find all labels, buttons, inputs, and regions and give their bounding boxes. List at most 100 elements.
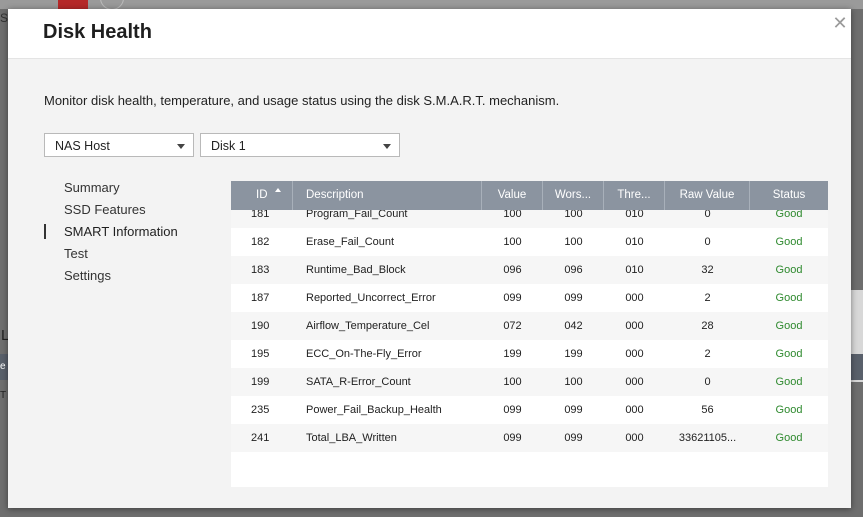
nav-item-settings[interactable]: Settings — [44, 265, 178, 287]
background-red-tab — [58, 0, 88, 9]
smart-table: 181 Program_Fail_Count 100 100 010 0 Good 182 Er… — [231, 181, 828, 487]
column-header-worst[interactable]: Wors... — [543, 181, 604, 210]
cell-threshold: 000 — [625, 348, 644, 360]
cell-raw-value: 2 — [704, 348, 711, 360]
active-marker — [44, 224, 46, 239]
host-select[interactable]: NAS Host — [44, 133, 194, 157]
description-text: Monitor disk health, temperature, and us… — [44, 93, 560, 108]
cell-status: Good — [775, 376, 803, 388]
dialog-body: Monitor disk health, temperature, and us… — [8, 59, 851, 508]
chevron-down-icon — [383, 144, 391, 149]
cell-value: 100 — [503, 236, 522, 248]
cell-worst: 100 — [564, 376, 583, 388]
disk-select[interactable]: Disk 1 — [200, 133, 400, 157]
nav-item-smart-information[interactable]: SMART Information — [44, 221, 178, 243]
cell-status: Good — [775, 264, 803, 276]
nav-item-test[interactable]: Test — [44, 243, 178, 265]
column-header-label: Raw Value — [679, 189, 735, 201]
column-header-label: Description — [306, 189, 364, 201]
column-header-label: ID — [256, 189, 268, 201]
cell-value: 099 — [503, 292, 522, 304]
table-header: ID Description Value Wors... Thre... Raw… — [231, 181, 828, 210]
table-row[interactable]: 183 Runtime_Bad_Block 096 096 010 32 Good — [231, 256, 828, 284]
table-row[interactable]: 241 Total_LBA_Written 099 099 000 33621105...… — [231, 424, 828, 452]
cell-raw-value: 0 — [704, 236, 711, 248]
cell-worst: 099 — [564, 404, 583, 416]
cell-worst: 042 — [564, 320, 583, 332]
cell-threshold: 010 — [625, 236, 644, 248]
cell-value: 099 — [503, 432, 522, 444]
nav-item-label: Settings — [64, 268, 111, 283]
nav-item-ssd-features[interactable]: SSD Features — [44, 199, 178, 221]
cell-raw-value: 2 — [704, 292, 711, 304]
nav-item-summary[interactable]: Summary — [44, 177, 178, 199]
table-body[interactable]: 181 Program_Fail_Count 100 100 010 0 Good 182 Er… — [231, 205, 828, 452]
cell-id: 195 — [251, 348, 270, 360]
cell-id: 187 — [251, 292, 270, 304]
column-header-value[interactable]: Value — [482, 181, 543, 210]
cell-raw-value: 32 — [701, 264, 714, 276]
column-header-label: Wors... — [554, 189, 592, 201]
cell-status: Good — [775, 404, 803, 416]
chevron-down-icon — [177, 144, 185, 149]
cell-worst: 100 — [564, 236, 583, 248]
cell-raw-value: 0 — [704, 376, 711, 388]
background-right-bar — [851, 354, 863, 380]
table-row[interactable]: 187 Reported_Uncorrect_Error 099 099 000 2 Goo… — [231, 284, 828, 312]
cell-id: 183 — [251, 264, 270, 276]
host-select-value: NAS Host — [55, 139, 110, 153]
column-header-label: Status — [772, 189, 806, 201]
sidebar-nav: Summary SSD Features SMART Information T… — [44, 177, 178, 287]
column-header-threshold[interactable]: Thre... — [604, 181, 665, 210]
background-text-s: S — [0, 11, 9, 25]
cell-raw-value: 56 — [701, 404, 714, 416]
table-row[interactable]: 195 ECC_On-The-Fly_Error 199 199 000 2 Good — [231, 340, 828, 368]
cell-description: Airflow_Temperature_Cel — [306, 320, 430, 332]
cell-raw-value: 33621105... — [678, 432, 737, 444]
cell-value: 100 — [503, 376, 522, 388]
cell-threshold: 000 — [625, 320, 644, 332]
disk-select-value: Disk 1 — [211, 139, 246, 153]
cell-status: Good — [775, 236, 803, 248]
column-header-description[interactable]: Description — [293, 181, 482, 210]
column-header-id[interactable]: ID — [231, 181, 293, 210]
cell-raw-value: 28 — [701, 320, 714, 332]
background-bar: e — [0, 354, 8, 380]
cell-status: Good — [775, 348, 803, 360]
cell-status: Good — [775, 292, 803, 304]
cell-worst: 199 — [564, 348, 583, 360]
table-row[interactable]: 199 SATA_R-Error_Count 100 100 000 0 Good — [231, 368, 828, 396]
cell-status: Good — [775, 320, 803, 332]
background-toolbar — [0, 0, 863, 9]
table-row[interactable]: 235 Power_Fail_Backup_Health 099 099 000 56 Go… — [231, 396, 828, 424]
cell-description: Total_LBA_Written — [306, 432, 397, 444]
cell-value: 099 — [503, 404, 522, 416]
cell-threshold: 000 — [625, 292, 644, 304]
sort-ascending-icon — [275, 188, 281, 192]
column-header-raw-value[interactable]: Raw Value — [665, 181, 750, 210]
cell-worst: 099 — [564, 432, 583, 444]
cell-value: 096 — [503, 264, 522, 276]
cell-id: 182 — [251, 236, 270, 248]
nav-item-label: SSD Features — [64, 202, 146, 217]
cell-description: SATA_R-Error_Count — [306, 376, 411, 388]
cell-worst: 099 — [564, 292, 583, 304]
cell-description: Erase_Fail_Count — [306, 236, 395, 248]
cell-value: 199 — [503, 348, 522, 360]
cell-threshold: 010 — [625, 264, 644, 276]
background-text-t: T — [0, 390, 7, 401]
cell-description: Runtime_Bad_Block — [306, 264, 406, 276]
table-row[interactable]: 182 Erase_Fail_Count 100 100 010 0 Good — [231, 228, 828, 256]
cell-description: ECC_On-The-Fly_Error — [306, 348, 422, 360]
close-icon[interactable]: ✕ — [831, 14, 849, 32]
column-header-label: Thre... — [617, 189, 651, 201]
cell-description: Reported_Uncorrect_Error — [306, 292, 436, 304]
disk-health-dialog: Disk Health ✕ Monitor disk health, tempe… — [8, 9, 851, 508]
nav-item-label: Test — [64, 246, 88, 261]
table-row[interactable]: 190 Airflow_Temperature_Cel 072 042 000 28 Goo… — [231, 312, 828, 340]
cell-id: 190 — [251, 320, 270, 332]
column-header-status[interactable]: Status — [750, 181, 828, 210]
cell-description: Power_Fail_Backup_Health — [306, 404, 442, 416]
cell-id: 235 — [251, 404, 270, 416]
nav-item-label: SMART Information — [64, 224, 178, 239]
